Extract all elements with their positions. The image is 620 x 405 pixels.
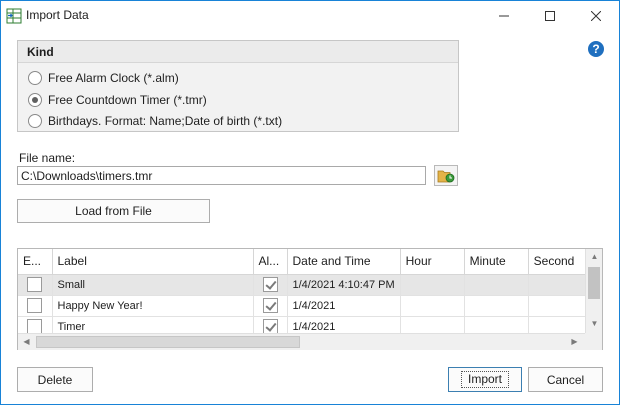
title-bar: Import Data	[1, 1, 619, 31]
horizontal-scroll-thumb[interactable]	[36, 336, 300, 348]
vertical-scrollbar[interactable]: ▲ ▼	[585, 249, 602, 333]
minute-cell[interactable]	[464, 295, 529, 317]
minimize-button[interactable]	[481, 1, 527, 31]
hour-cell[interactable]	[400, 274, 465, 296]
enabled-checkbox[interactable]	[27, 277, 43, 292]
close-button[interactable]	[573, 1, 619, 31]
scrollbar-corner	[585, 333, 602, 350]
alarm-checkbox[interactable]	[262, 319, 278, 334]
alarm-cell[interactable]	[253, 274, 288, 296]
cancel-button[interactable]: Cancel	[528, 367, 603, 392]
scroll-down-icon[interactable]: ▼	[586, 319, 603, 328]
timers-grid: E... Label Al... Date and Time Hour Minu…	[17, 248, 603, 350]
column-header-alarm[interactable]: Al...	[253, 249, 288, 275]
import-button-label: Import	[460, 371, 509, 388]
radio-free-alarm-clock[interactable]: Free Alarm Clock (*.alm)	[28, 69, 179, 87]
file-name-label: File name:	[19, 151, 76, 165]
maximize-icon	[545, 11, 555, 21]
timers-table: E... Label Al... Date and Time Hour Minu…	[18, 249, 588, 338]
enabled-checkbox[interactable]	[27, 319, 43, 334]
radio-label: Free Countdown Timer (*.tmr)	[48, 93, 207, 107]
column-header-minute[interactable]: Minute	[464, 249, 529, 275]
minute-cell[interactable]	[464, 274, 529, 296]
column-header-hour[interactable]: Hour	[400, 249, 465, 275]
radio-label: Birthdays. Format: Name;Date of birth (*…	[48, 114, 283, 128]
scroll-left-icon[interactable]: ◀	[18, 337, 35, 346]
radio-label: Free Alarm Clock (*.alm)	[48, 71, 179, 85]
datetime-cell[interactable]: 1/4/2021 4:10:47 PM	[287, 274, 401, 296]
enabled-checkbox[interactable]	[27, 298, 43, 313]
browse-button[interactable]	[434, 165, 458, 186]
kind-header: Kind	[18, 41, 458, 63]
datetime-cell[interactable]: 1/4/2021	[287, 295, 401, 317]
vertical-scroll-thumb[interactable]	[588, 267, 600, 299]
label-cell[interactable]: Small	[52, 274, 254, 296]
radio-free-countdown-timer[interactable]: Free Countdown Timer (*.tmr)	[28, 91, 207, 109]
hour-cell[interactable]	[400, 295, 465, 317]
close-icon	[591, 11, 601, 21]
radio-birthdays[interactable]: Birthdays. Format: Name;Date of birth (*…	[28, 112, 282, 130]
file-name-input[interactable]	[17, 166, 426, 185]
folder-open-icon	[437, 170, 455, 182]
import-button[interactable]: Import	[448, 367, 522, 392]
column-header-date-time[interactable]: Date and Time	[287, 249, 401, 275]
table-row[interactable]: Happy New Year! 1/4/2021	[18, 295, 588, 317]
import-grid-icon	[6, 8, 22, 24]
column-header-second[interactable]: Second	[528, 249, 588, 275]
scroll-right-icon[interactable]: ▶	[566, 337, 583, 346]
alarm-cell[interactable]	[253, 295, 288, 317]
column-header-label[interactable]: Label	[52, 249, 254, 275]
radio-button[interactable]	[28, 114, 42, 128]
load-from-file-button[interactable]: Load from File	[17, 199, 210, 223]
maximize-button[interactable]	[527, 1, 573, 31]
delete-button[interactable]: Delete	[17, 367, 93, 392]
kind-group: Kind Free Alarm Clock (*.alm) Free Count…	[17, 40, 459, 132]
scroll-up-icon[interactable]: ▲	[586, 252, 603, 261]
table-row[interactable]: Small 1/4/2021 4:10:47 PM	[18, 274, 588, 296]
second-cell[interactable]	[528, 274, 588, 296]
help-icon[interactable]: ?	[588, 41, 604, 57]
horizontal-scrollbar[interactable]: ◀ ▶	[18, 333, 585, 350]
window-title: Import Data	[26, 8, 89, 22]
label-cell[interactable]: Happy New Year!	[52, 295, 254, 317]
table-header-row: E... Label Al... Date and Time Hour Minu…	[18, 249, 588, 275]
radio-button[interactable]	[28, 93, 42, 107]
enabled-cell[interactable]	[18, 295, 53, 317]
alarm-checkbox[interactable]	[262, 298, 278, 313]
radio-button[interactable]	[28, 71, 42, 85]
enabled-cell[interactable]	[18, 274, 53, 296]
minimize-icon	[499, 15, 509, 17]
second-cell[interactable]	[528, 295, 588, 317]
column-header-enabled[interactable]: E...	[18, 249, 53, 275]
alarm-checkbox[interactable]	[262, 277, 278, 292]
import-data-window: Import Data ? Kind Free Alarm Clock (*.a…	[0, 0, 620, 405]
